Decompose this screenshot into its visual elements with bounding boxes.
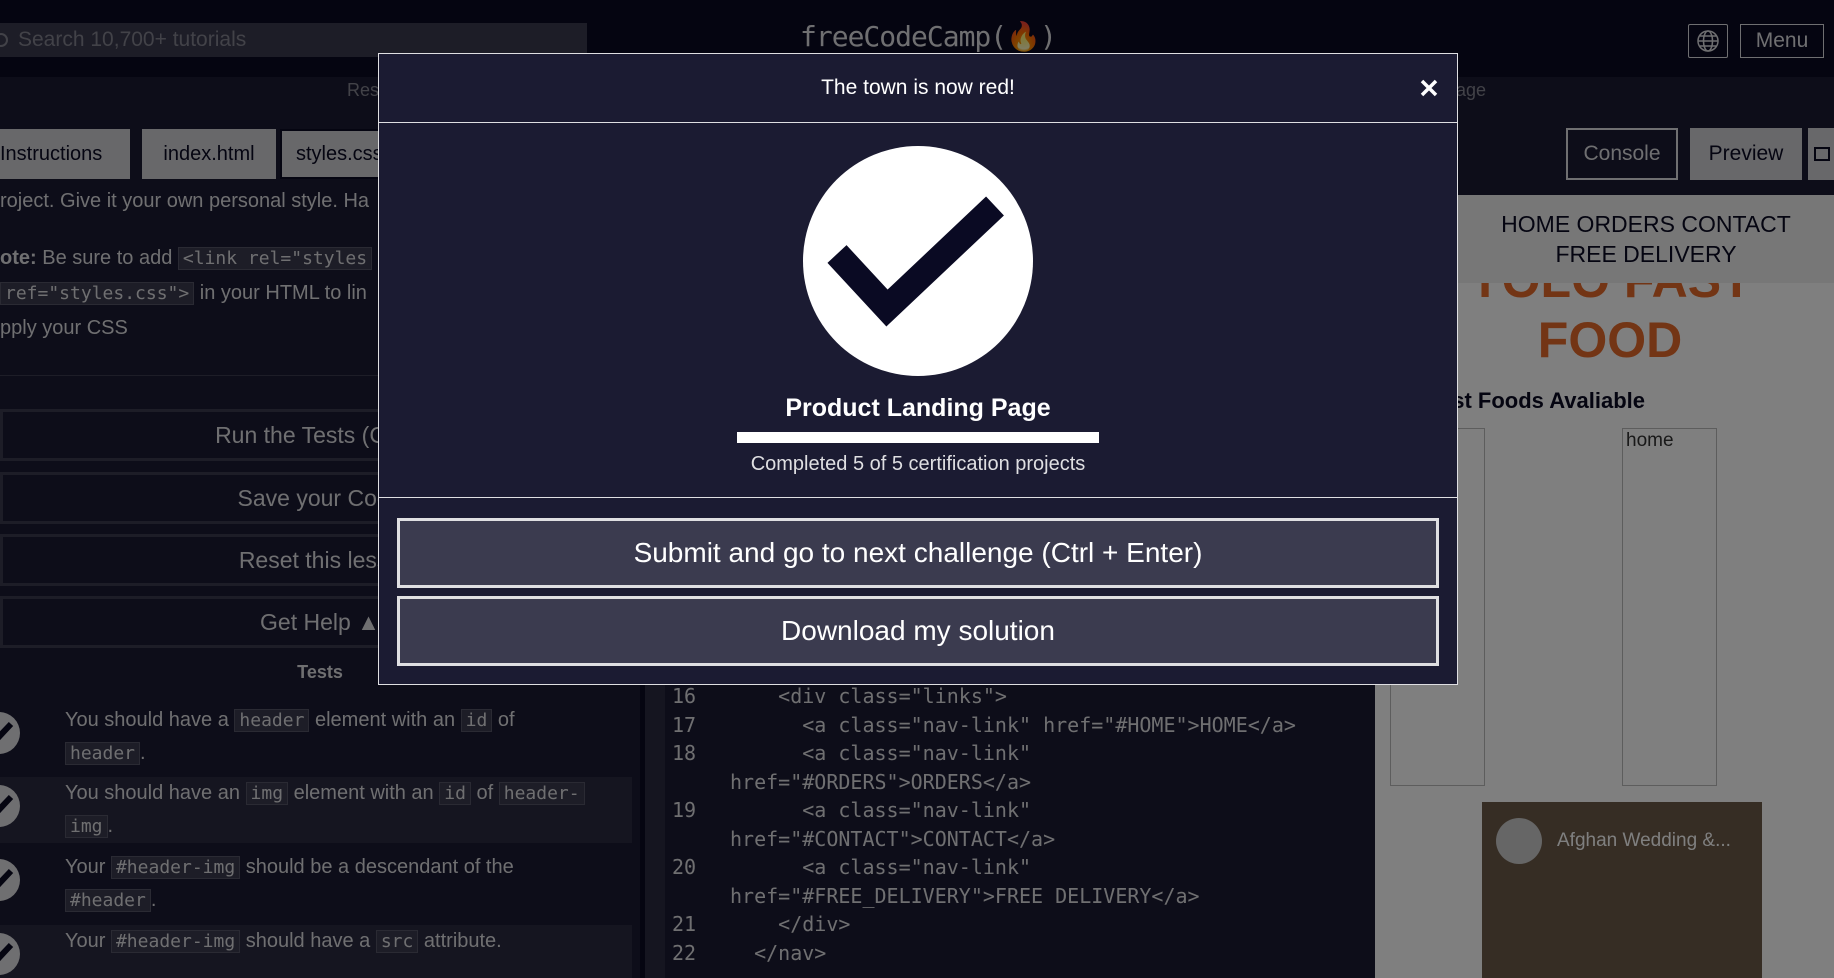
project-name: Product Landing Page (785, 394, 1051, 422)
download-solution-button[interactable]: Download my solution (397, 596, 1439, 666)
completion-modal: The town is now red! Product Landing Pag… (378, 53, 1458, 685)
progress-bar (737, 432, 1099, 443)
divider (379, 497, 1457, 498)
modal-header: The town is now red! (379, 54, 1457, 123)
submit-next-button[interactable]: Submit and go to next challenge (Ctrl + … (397, 518, 1439, 588)
completion-text: Completed 5 of 5 certification projects (750, 453, 1086, 475)
success-check-icon (803, 146, 1033, 376)
modal-title: The town is now red! (821, 76, 1015, 99)
close-icon (1420, 79, 1438, 97)
close-button[interactable] (1415, 74, 1443, 102)
